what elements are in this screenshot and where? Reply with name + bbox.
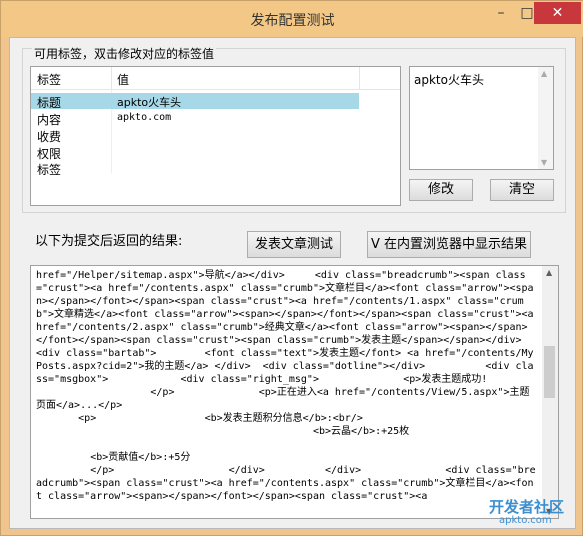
list-item[interactable]: 内容 apkto.com: [31, 110, 400, 127]
minimize-button[interactable]: –: [488, 2, 514, 24]
scroll-up-icon[interactable]: ▲: [541, 69, 547, 78]
tag-value-text: apkto火车头: [414, 73, 484, 87]
list-item-value: apkto火车头: [117, 96, 182, 109]
title-bar: 发布配置测试 – □ ✕: [1, 1, 583, 37]
selection-highlight: [31, 93, 359, 109]
result-text: href="/Helper/sitemap.aspx">导航</a></div>…: [36, 270, 536, 502]
list-item-value: apkto.com: [117, 112, 172, 123]
scroll-down-icon[interactable]: ▼: [541, 158, 547, 167]
column-header-tag[interactable]: 标签: [37, 71, 61, 88]
tag-value-editor[interactable]: apkto火车头 ▲ ▼: [409, 66, 554, 170]
tags-group-label: 可用标签，双击修改对应的标签值: [32, 45, 217, 62]
show-in-browser-button[interactable]: V 在内置浏览器中显示结果: [367, 231, 531, 258]
watermark-logo: 开发者社区: [489, 498, 565, 516]
column-divider: [359, 67, 360, 89]
scroll-thumb[interactable]: [544, 346, 555, 398]
clear-button[interactable]: 清空: [490, 179, 554, 201]
list-item[interactable]: 收费: [31, 127, 400, 144]
column-header-value[interactable]: 值: [117, 71, 129, 88]
editor-scrollbar[interactable]: ▲ ▼: [538, 67, 553, 169]
list-item-key: 收费: [37, 130, 62, 144]
close-button[interactable]: ✕: [534, 2, 581, 24]
output-scrollbar[interactable]: ▲ ▼: [542, 266, 558, 518]
tags-list[interactable]: 标签 值 标题 apkto火车头 内容 apkto.com 收费 权限 标签: [30, 66, 401, 206]
modify-button[interactable]: 修改: [409, 179, 473, 201]
result-output[interactable]: href="/Helper/sitemap.aspx">导航</a></div>…: [30, 265, 559, 519]
scroll-up-icon[interactable]: ▲: [546, 268, 552, 277]
list-item-key: 标签: [37, 163, 62, 177]
list-item[interactable]: 标题 apkto火车头: [31, 93, 400, 110]
list-item-key: 内容: [37, 113, 62, 127]
list-item[interactable]: 权限: [31, 144, 400, 161]
list-item-key: 标题: [37, 96, 62, 110]
list-header: 标签 值: [31, 67, 400, 90]
app-window: 发布配置测试 – □ ✕ 可用标签，双击修改对应的标签值 标签 值 标题 apk…: [0, 0, 583, 536]
list-item[interactable]: 标签: [31, 160, 400, 177]
watermark-url: apkto.com: [499, 515, 552, 526]
result-label: 以下为提交后返回的结果:: [35, 234, 183, 249]
column-divider: [111, 67, 112, 89]
test-post-button[interactable]: 发表文章测试: [247, 231, 341, 258]
